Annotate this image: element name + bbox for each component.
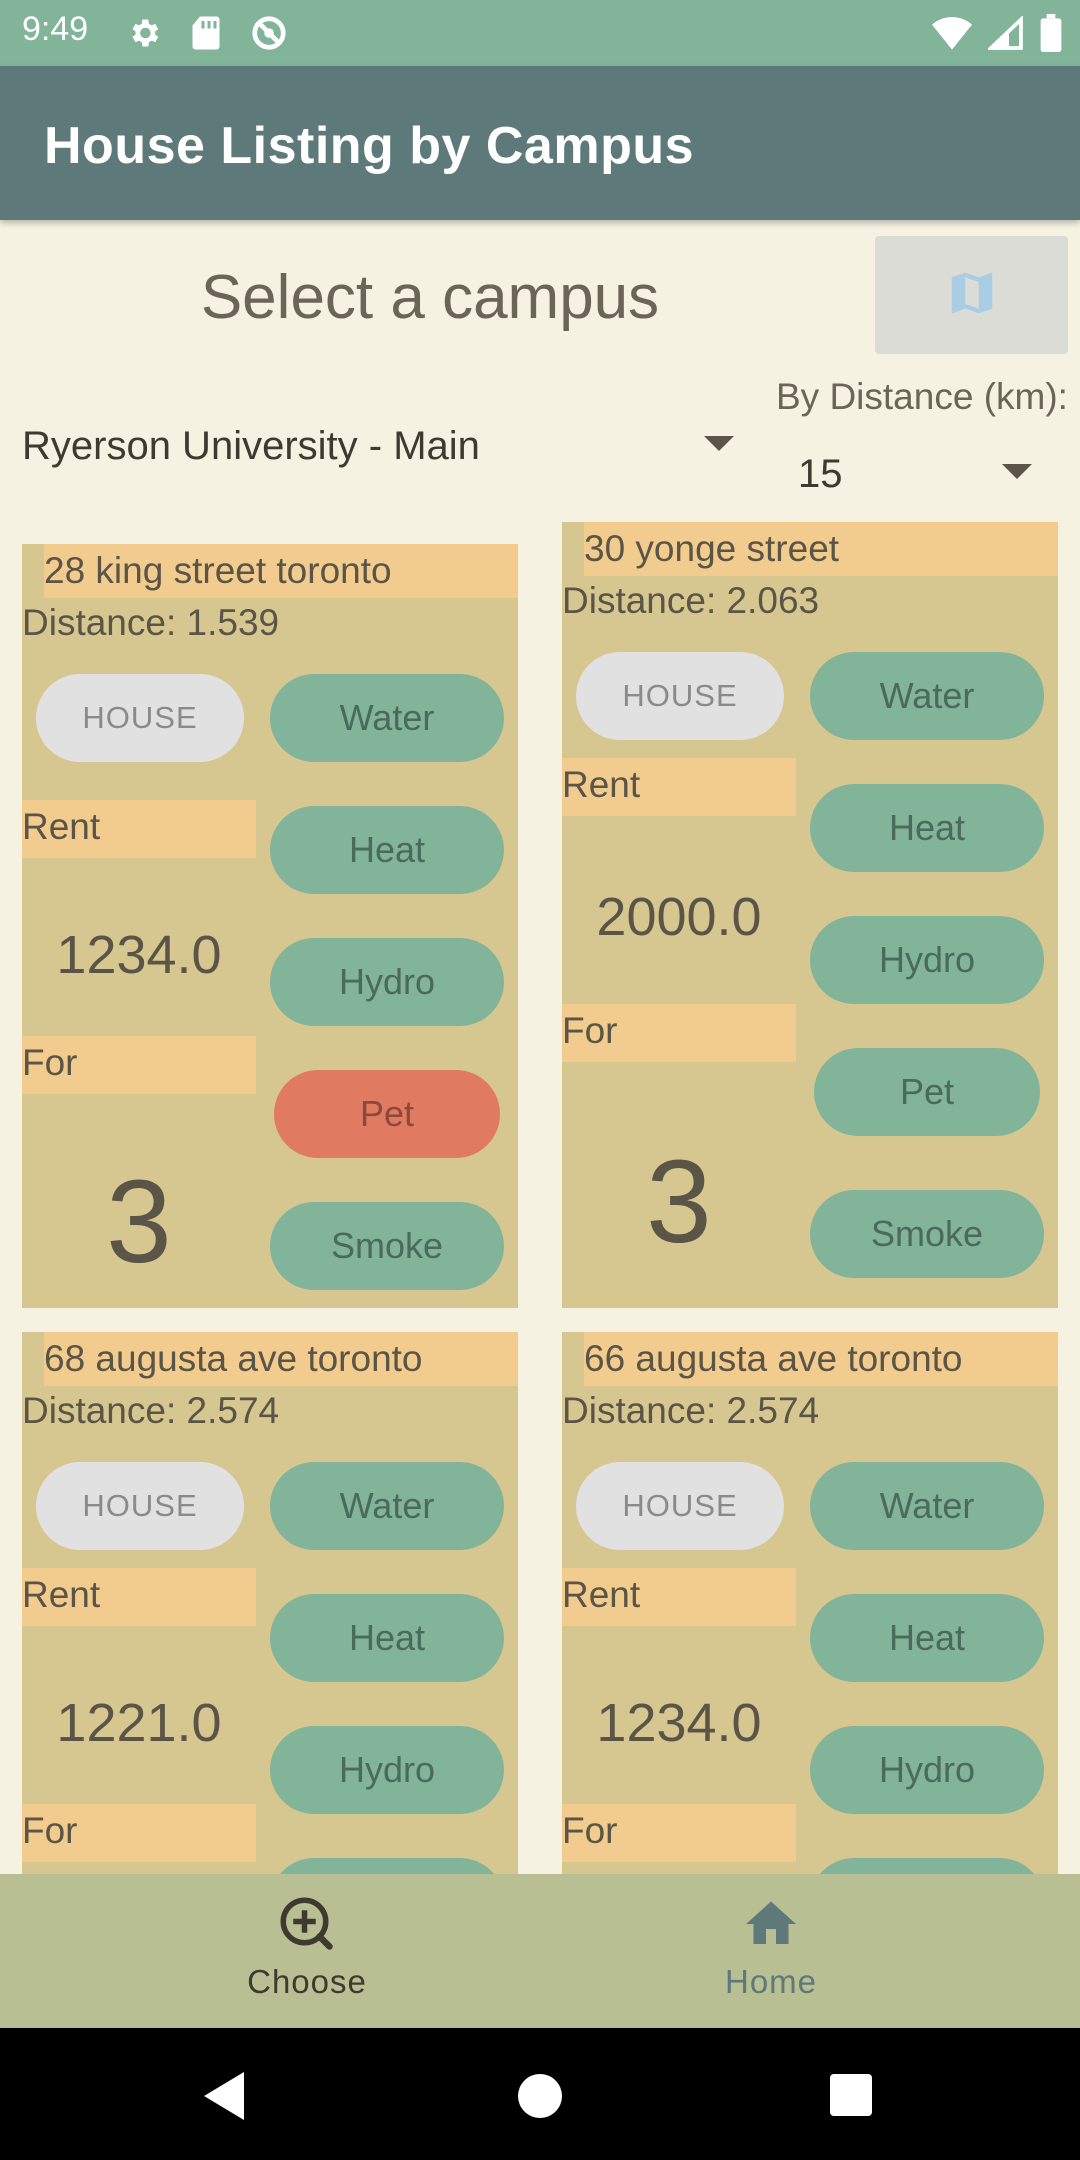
- listing-card[interactable]: 28 king street toronto Distance: 1.539 H…: [22, 544, 518, 1308]
- hydro-chip[interactable]: Hydro: [810, 916, 1044, 1004]
- for-label: For: [562, 1804, 796, 1862]
- rent-label: Rent: [22, 800, 256, 858]
- for-label: For: [22, 1804, 256, 1862]
- listing-distance: Distance: 1.539: [22, 602, 280, 643]
- pet-chip[interactable]: [810, 1858, 1044, 1874]
- listing-address: 30 yonge street: [584, 522, 1058, 576]
- water-chip[interactable]: Water: [270, 674, 504, 762]
- campus-selected-value: Ryerson University - Main: [22, 424, 480, 468]
- heat-chip[interactable]: Heat: [810, 784, 1044, 872]
- home-icon: [741, 1901, 801, 1958]
- listing-type-chip[interactable]: HOUSE: [36, 1462, 244, 1550]
- rent-value: 2000.0: [596, 887, 762, 947]
- rent-label: Rent: [562, 1568, 796, 1626]
- signal-icon: [986, 15, 1024, 55]
- recents-icon[interactable]: [830, 2074, 872, 2121]
- water-chip[interactable]: Water: [270, 1462, 504, 1550]
- sync-off-icon: [250, 14, 288, 57]
- listing-grid[interactable]: 28 king street toronto Distance: 1.539 H…: [0, 520, 1080, 1874]
- campus-dropdown[interactable]: Ryerson University - Main: [22, 420, 734, 480]
- hydro-chip[interactable]: Hydro: [810, 1726, 1044, 1814]
- occupant-count: 3: [106, 1156, 172, 1288]
- smoke-chip[interactable]: Smoke: [810, 1190, 1044, 1278]
- status-bar: 9:49: [0, 0, 1080, 66]
- gear-icon: [126, 15, 162, 56]
- listing-address: 28 king street toronto: [44, 544, 518, 598]
- system-navigation-bar: [0, 2028, 1080, 2160]
- rent-value: 1234.0: [56, 925, 222, 985]
- nav-item-choose[interactable]: Choose: [207, 1894, 407, 2001]
- pet-chip[interactable]: [270, 1858, 504, 1874]
- home-circle-icon[interactable]: [518, 2074, 562, 2123]
- chevron-down-icon: [704, 436, 734, 459]
- distance-selected-value: 15: [798, 452, 843, 496]
- app-bar: House Listing by Campus: [0, 66, 1080, 220]
- pet-chip[interactable]: Pet: [814, 1048, 1040, 1136]
- status-time: 9:49: [22, 10, 89, 48]
- listing-distance: Distance: 2.574: [22, 1390, 280, 1431]
- hydro-chip[interactable]: Hydro: [270, 1726, 504, 1814]
- distance-label: By Distance (km):: [776, 376, 1068, 417]
- rent-value: 1221.0: [56, 1693, 222, 1753]
- listing-address: 66 augusta ave toronto: [584, 1332, 1058, 1386]
- app-title: House Listing by Campus: [44, 117, 695, 175]
- listing-type-chip[interactable]: HOUSE: [36, 674, 244, 762]
- pet-chip[interactable]: Pet: [274, 1070, 500, 1158]
- select-campus-heading: Select a campus: [200, 263, 660, 332]
- heat-chip[interactable]: Heat: [270, 806, 504, 894]
- water-chip[interactable]: Water: [810, 652, 1044, 740]
- battery-icon: [1040, 14, 1062, 57]
- wifi-icon: [932, 16, 972, 55]
- sd-card-icon: [190, 15, 222, 56]
- occupant-count: 3: [646, 1136, 712, 1268]
- listing-distance: Distance: 2.063: [562, 580, 820, 621]
- nav-item-home[interactable]: Home: [671, 1894, 871, 2001]
- rent-label: Rent: [22, 1568, 256, 1626]
- nav-label-home: Home: [724, 1963, 818, 2000]
- hydro-chip[interactable]: Hydro: [270, 938, 504, 1026]
- add-circle-icon: [277, 1897, 337, 1958]
- listing-distance: Distance: 2.574: [562, 1390, 820, 1431]
- listing-type-chip[interactable]: HOUSE: [576, 1462, 784, 1550]
- heat-chip[interactable]: Heat: [270, 1594, 504, 1682]
- listing-card[interactable]: 66 augusta ave toronto Distance: 2.574 H…: [562, 1332, 1058, 1874]
- chevron-down-icon: [1002, 464, 1032, 487]
- for-label: For: [22, 1036, 256, 1094]
- bottom-navigation: Choose Home: [0, 1874, 1080, 2028]
- nav-label-choose: Choose: [247, 1963, 367, 2000]
- listing-address: 68 augusta ave toronto: [44, 1332, 518, 1386]
- rent-label: Rent: [562, 758, 796, 816]
- for-label: For: [562, 1004, 796, 1062]
- map-button[interactable]: [875, 236, 1068, 354]
- map-icon: [945, 266, 999, 325]
- water-chip[interactable]: Water: [810, 1462, 1044, 1550]
- heat-chip[interactable]: Heat: [810, 1594, 1044, 1682]
- listing-type-chip[interactable]: HOUSE: [576, 652, 784, 740]
- back-icon[interactable]: [204, 2072, 248, 2125]
- smoke-chip[interactable]: Smoke: [270, 1202, 504, 1290]
- listing-card[interactable]: 68 augusta ave toronto Distance: 2.574 H…: [22, 1332, 518, 1874]
- listing-card[interactable]: 30 yonge street Distance: 2.063 HOUSE Re…: [562, 522, 1058, 1308]
- distance-dropdown[interactable]: 15: [776, 446, 1032, 506]
- rent-value: 1234.0: [596, 1693, 762, 1753]
